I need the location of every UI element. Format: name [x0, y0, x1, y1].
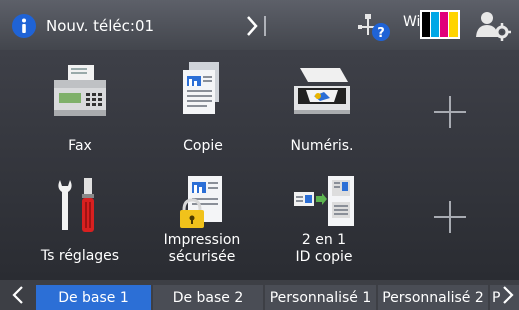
copy-label: Copie	[183, 138, 223, 154]
tab-personnalise-1[interactable]: Personnalisé 1	[265, 285, 376, 310]
chevron-right-icon[interactable]	[496, 280, 519, 310]
copy-button[interactable]: Copie	[143, 56, 263, 166]
tab-de-base-2[interactable]: De base 2	[153, 285, 263, 310]
secure-print-label-line2: sécurisée	[168, 249, 236, 265]
status-bar: Nouv. téléc:01 ? WiFi	[0, 0, 519, 50]
fax-button[interactable]: Fax	[20, 56, 140, 166]
svg-text:?: ?	[377, 26, 385, 41]
fax-label: Fax	[68, 138, 92, 154]
scan-label: Numéris.	[290, 138, 354, 154]
admin-settings-icon[interactable]	[473, 9, 513, 41]
secure-print-label-line1: Impression	[163, 232, 241, 248]
secure-print-button[interactable]: Impression sécurisée	[142, 170, 262, 280]
tab-bar: De base 1 De base 2 Personnalisé 1 Perso…	[0, 280, 519, 310]
tab-de-base-1[interactable]: De base 1	[36, 285, 151, 310]
id-copy-button[interactable]: 2 en 1 ID copie	[264, 170, 384, 280]
secure-print-icon	[176, 174, 232, 234]
add-shortcut-button[interactable]	[430, 197, 470, 237]
new-fax-text: Nouv. téléc:01	[46, 17, 155, 35]
network-help-icon[interactable]: ?	[354, 11, 394, 43]
settings-tools-icon	[54, 176, 106, 240]
id-copy-icon	[292, 174, 356, 234]
chevron-left-icon[interactable]	[0, 280, 36, 310]
id-copy-label-line1: 2 en 1	[301, 232, 347, 248]
fax-icon	[50, 60, 110, 124]
copy-icon	[175, 60, 231, 124]
add-shortcut-button[interactable]	[430, 92, 470, 132]
all-settings-label: Ts réglages	[40, 248, 120, 264]
ink-level-icon[interactable]	[420, 9, 460, 39]
home-tiles-panel: Fax Copie Numéris. Ts réglages Impressio…	[0, 50, 519, 280]
all-settings-button[interactable]: Ts réglages	[20, 170, 140, 280]
id-copy-label-line2: ID copie	[295, 249, 353, 265]
tab-personnalise-2[interactable]: Personnalisé 2	[378, 285, 488, 310]
info-icon	[12, 14, 36, 38]
new-fax-notification-button[interactable]: Nouv. téléc:01	[8, 4, 248, 48]
scanner-icon	[290, 64, 354, 124]
scan-button[interactable]: Numéris.	[262, 56, 382, 166]
chevron-right-icon[interactable]	[240, 10, 270, 42]
